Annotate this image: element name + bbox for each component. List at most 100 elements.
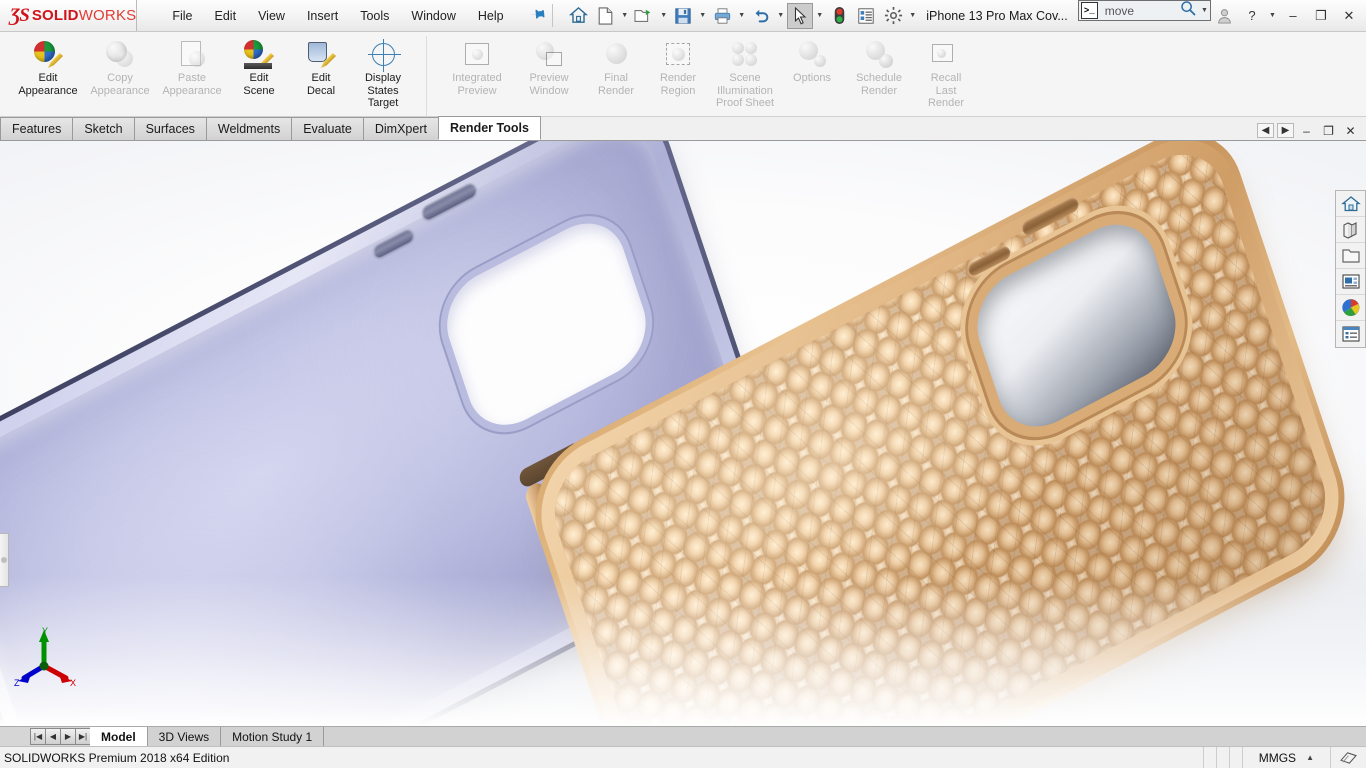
copy-appearance-button[interactable]: Copy Appearance	[84, 36, 156, 100]
tab-evaluate[interactable]: Evaluate	[291, 117, 364, 140]
search-commands-box[interactable]: >_ move ▼	[1077, 0, 1211, 21]
paste-appearance-button[interactable]: Paste Appearance	[156, 36, 228, 100]
open-folder-icon[interactable]	[631, 3, 657, 29]
save-caret-icon[interactable]: ▼	[697, 12, 708, 19]
view-section-icon[interactable]	[1336, 269, 1365, 295]
gear-icon[interactable]	[880, 3, 906, 29]
user-account-icon[interactable]	[1211, 3, 1237, 29]
tab-dimxpert[interactable]: DimXpert	[362, 117, 439, 140]
tab-features[interactable]: Features	[0, 117, 74, 140]
view-display-pane-icon[interactable]	[1336, 321, 1365, 347]
restore-button[interactable]: ❐	[1308, 3, 1334, 29]
print-caret-icon[interactable]: ▼	[736, 12, 747, 19]
new-file-icon[interactable]	[592, 3, 618, 29]
status-spacer-1	[1202, 747, 1216, 768]
previous-tab-icon[interactable]: ◀	[45, 728, 61, 745]
undo-icon[interactable]	[748, 3, 774, 29]
select-arrow-icon[interactable]	[787, 2, 814, 29]
tab-sketch[interactable]: Sketch	[72, 117, 135, 140]
copy-appearance-label-2: Appearance	[90, 84, 150, 97]
gear-caret-icon[interactable]: ▼	[907, 12, 918, 19]
search-icon[interactable]	[1180, 0, 1196, 21]
preview-window-icon	[534, 39, 564, 69]
edit-appearance-button[interactable]: Edit Appearance	[12, 36, 84, 100]
undo-caret-icon[interactable]: ▼	[775, 12, 786, 19]
pushpin-icon[interactable]	[527, 4, 549, 26]
final-render-button[interactable]: Final Render	[585, 36, 647, 100]
menu-insert[interactable]: Insert	[298, 5, 347, 27]
tab-nav-arrows: |◀ ◀ ▶ ▶|	[30, 727, 91, 746]
close-doc-icon[interactable]: ✕	[1341, 123, 1360, 138]
next-window-icon[interactable]: ▶	[1277, 123, 1294, 138]
next-tab-icon[interactable]: ▶	[60, 728, 76, 745]
bottom-tab-motion-study[interactable]: Motion Study 1	[221, 727, 325, 746]
paste-appearance-icon	[177, 39, 207, 69]
help-button[interactable]: ?	[1239, 3, 1265, 29]
graphics-viewport[interactable]: Y X Z	[0, 141, 1366, 726]
schedule-render-button[interactable]: Schedule Render	[843, 36, 915, 100]
menu-window[interactable]: Window	[402, 5, 464, 27]
edit-scene-button[interactable]: Edit Scene	[228, 36, 290, 100]
edit-decal-button[interactable]: Edit Decal	[290, 36, 352, 100]
save-icon[interactable]	[670, 3, 696, 29]
print-icon[interactable]	[709, 3, 735, 29]
units-selector[interactable]: MMGS ▲	[1241, 747, 1330, 768]
rebuild-traffic-light-icon[interactable]	[826, 3, 852, 29]
render-options-button[interactable]: Options	[781, 36, 843, 88]
edit-decal-icon	[306, 39, 336, 69]
help-caret-icon[interactable]: ▼	[1267, 12, 1278, 19]
previous-window-icon[interactable]: ◀	[1257, 123, 1274, 138]
new-file-caret-icon[interactable]: ▼	[619, 12, 630, 19]
editing-part-icon[interactable]	[1330, 747, 1366, 768]
ribbon-group-render: Integrated Preview Preview Window Final …	[426, 36, 977, 116]
menu-view[interactable]: View	[249, 5, 294, 27]
command-tab-strip: Features Sketch Surfaces Weldments Evalu…	[0, 116, 1366, 141]
tab-surfaces[interactable]: Surfaces	[133, 117, 207, 140]
recall-render-label-2: Last	[935, 84, 957, 97]
search-caret-icon[interactable]: ▼	[1199, 7, 1210, 14]
view-hide-show-icon[interactable]	[1336, 243, 1365, 269]
final-render-icon	[601, 39, 631, 69]
recall-last-render-button[interactable]: Recall Last Render	[915, 36, 977, 113]
units-label: MMGS	[1258, 750, 1297, 765]
bottom-tab-3d-views[interactable]: 3D Views	[147, 727, 222, 746]
tab-weldments[interactable]: Weldments	[205, 117, 293, 140]
first-tab-icon[interactable]: |◀	[30, 728, 46, 745]
bottom-tab-model[interactable]: Model	[90, 727, 148, 746]
minimize-button[interactable]: –	[1280, 3, 1306, 29]
open-caret-icon[interactable]: ▼	[658, 12, 669, 19]
render-options-icon	[797, 39, 827, 69]
render-region-button[interactable]: Render Region	[647, 36, 709, 100]
menu-file[interactable]: File	[163, 5, 201, 27]
menu-edit[interactable]: Edit	[206, 5, 246, 27]
view-home-icon[interactable]	[1336, 191, 1365, 217]
menu-help[interactable]: Help	[469, 5, 513, 27]
solidworks-logo: ƷS SOLIDWORKS	[0, 0, 138, 31]
view-appearances-icon[interactable]	[1336, 295, 1365, 321]
menu-tools[interactable]: Tools	[351, 5, 398, 27]
scene-illumination-button[interactable]: Scene Illumination Proof Sheet	[709, 36, 781, 113]
integrated-preview-icon	[462, 39, 492, 69]
flyout-panel-handle[interactable]	[0, 533, 9, 587]
minimize-doc-icon[interactable]: –	[1297, 123, 1316, 138]
chevron-up-icon[interactable]: ▲	[1306, 753, 1314, 762]
copy-appearance-label-1: Copy	[107, 72, 133, 84]
display-states-target-button[interactable]: Display States Target	[352, 36, 414, 113]
search-input[interactable]: move	[1098, 4, 1180, 18]
main-menu-bar: File Edit View Insert Tools Window Help	[137, 0, 545, 31]
scene-illumination-label-1: Scene	[729, 72, 761, 84]
tab-render-tools[interactable]: Render Tools	[437, 116, 541, 140]
last-tab-icon[interactable]: ▶|	[75, 728, 91, 745]
edit-appearance-label-1: Edit	[38, 72, 58, 84]
render-region-label-1: Render	[659, 72, 697, 84]
preview-window-button[interactable]: Preview Window	[513, 36, 585, 100]
integrated-preview-button[interactable]: Integrated Preview	[441, 36, 513, 100]
restore-doc-icon[interactable]: ❐	[1319, 123, 1338, 138]
select-caret-icon[interactable]: ▼	[814, 12, 825, 19]
final-render-label-2: Render	[597, 84, 635, 97]
paste-appearance-label-2: Appearance	[162, 84, 222, 97]
view-display-style-icon[interactable]	[1336, 217, 1365, 243]
close-button[interactable]: ✕	[1336, 3, 1362, 29]
home-icon[interactable]	[565, 3, 591, 29]
options-list-icon[interactable]	[853, 3, 879, 29]
